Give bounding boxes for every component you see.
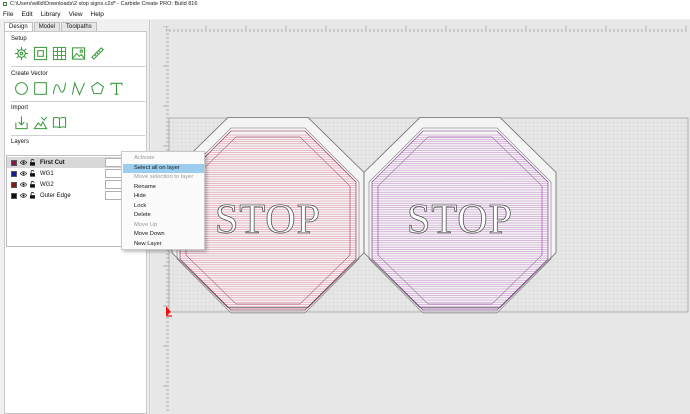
menu-item-move-down[interactable]: Move Down [123,230,204,240]
layer-context-menu: Activate Select all on layer Move select… [121,151,205,250]
menu-item-move-selection-to-layer[interactable]: Move selection to layer [123,173,204,183]
menu-item-hide[interactable]: Hide [123,192,204,202]
menu-item-lock[interactable]: Lock [123,202,204,212]
sign-text: STOP [215,197,321,243]
workspace-drawing[interactable]: STOP STOP [0,0,690,414]
menu-item-delete[interactable]: Delete [123,211,204,221]
sign-text: STOP [407,197,513,243]
menu-item-activate[interactable]: Activate [123,154,204,164]
menu-item-move-up[interactable]: Move Up [123,221,204,231]
menu-item-rename[interactable]: Rename [123,183,204,193]
menu-item-select-all-on-layer[interactable]: Select all on layer [123,163,204,173]
menu-item-new-layer[interactable]: New Layer [123,240,204,250]
